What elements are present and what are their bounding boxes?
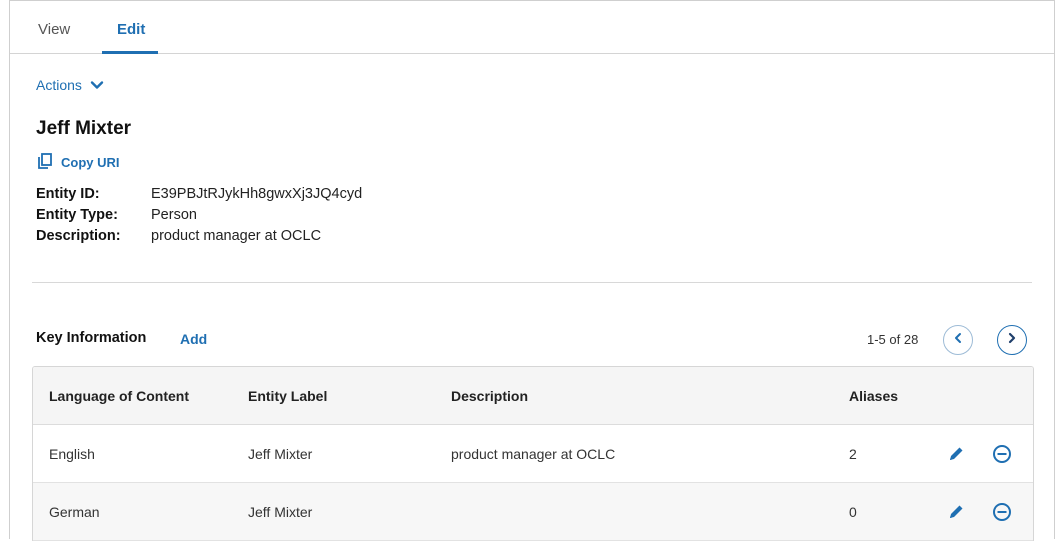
table-row: German Jeff Mixter 0 bbox=[33, 483, 1033, 541]
key-information-heading: Key Information bbox=[36, 330, 147, 346]
add-button[interactable]: Add bbox=[180, 331, 207, 347]
entity-name: Jeff Mixter bbox=[36, 118, 132, 139]
table-header: Language of Content Entity Label Descrip… bbox=[33, 367, 1033, 425]
entity-id-value: E39PBJtRJykHh8gwxXj3JQ4cyd bbox=[151, 186, 363, 202]
tab-view[interactable]: View bbox=[38, 21, 70, 38]
pagination-count: 1-5 of 28 bbox=[867, 332, 919, 347]
description-row: Description: product manager at OCLC bbox=[36, 228, 362, 249]
description-value: product manager at OCLC bbox=[151, 228, 322, 244]
actions-menu-button[interactable]: Actions bbox=[36, 77, 104, 93]
chevron-down-icon bbox=[90, 78, 104, 92]
previous-page-button[interactable] bbox=[943, 325, 973, 355]
cell-aliases: 2 bbox=[849, 445, 857, 462]
entity-details: Entity ID: E39PBJtRJykHh8gwxXj3JQ4cyd En… bbox=[36, 186, 362, 249]
entity-type-value: Person bbox=[151, 207, 197, 223]
actions-label: Actions bbox=[36, 77, 82, 93]
column-header-description[interactable]: Description bbox=[451, 388, 528, 404]
entity-id-label: Entity ID: bbox=[36, 186, 100, 202]
key-information-table: Language of Content Entity Label Descrip… bbox=[32, 366, 1034, 541]
entity-type-row: Entity Type: Person bbox=[36, 207, 362, 228]
remove-circle-icon[interactable] bbox=[991, 443, 1013, 465]
chevron-left-icon bbox=[952, 331, 964, 349]
description-label: Description: bbox=[36, 228, 121, 244]
next-page-button[interactable] bbox=[997, 325, 1027, 355]
cell-entity-label: Jeff Mixter bbox=[248, 503, 313, 520]
cell-aliases: 0 bbox=[849, 503, 857, 520]
pencil-icon[interactable] bbox=[945, 443, 967, 465]
chevron-right-icon bbox=[1006, 331, 1018, 349]
column-header-entity-label[interactable]: Entity Label bbox=[248, 388, 327, 404]
active-tab-indicator bbox=[102, 51, 158, 54]
entity-panel: View Edit Actions Jeff Mixter Copy URI E… bbox=[9, 0, 1055, 541]
copy-uri-button[interactable]: Copy URI bbox=[38, 153, 120, 172]
cell-description: product manager at OCLC bbox=[451, 445, 616, 462]
copy-uri-label: Copy URI bbox=[61, 155, 120, 170]
cell-language: German bbox=[49, 503, 100, 520]
cell-entity-label: Jeff Mixter bbox=[248, 445, 313, 462]
entity-type-label: Entity Type: bbox=[36, 207, 118, 223]
entity-id-row: Entity ID: E39PBJtRJykHh8gwxXj3JQ4cyd bbox=[36, 186, 362, 207]
copy-icon bbox=[38, 153, 52, 172]
column-header-language[interactable]: Language of Content bbox=[49, 388, 189, 404]
section-divider bbox=[32, 282, 1032, 283]
cell-language: English bbox=[49, 445, 95, 462]
tab-edit[interactable]: Edit bbox=[117, 21, 145, 38]
pencil-icon[interactable] bbox=[945, 501, 967, 523]
remove-circle-icon[interactable] bbox=[991, 501, 1013, 523]
table-row: English Jeff Mixter product manager at O… bbox=[33, 425, 1033, 483]
column-header-aliases[interactable]: Aliases bbox=[849, 388, 898, 404]
tab-bar: View Edit bbox=[10, 1, 1054, 54]
